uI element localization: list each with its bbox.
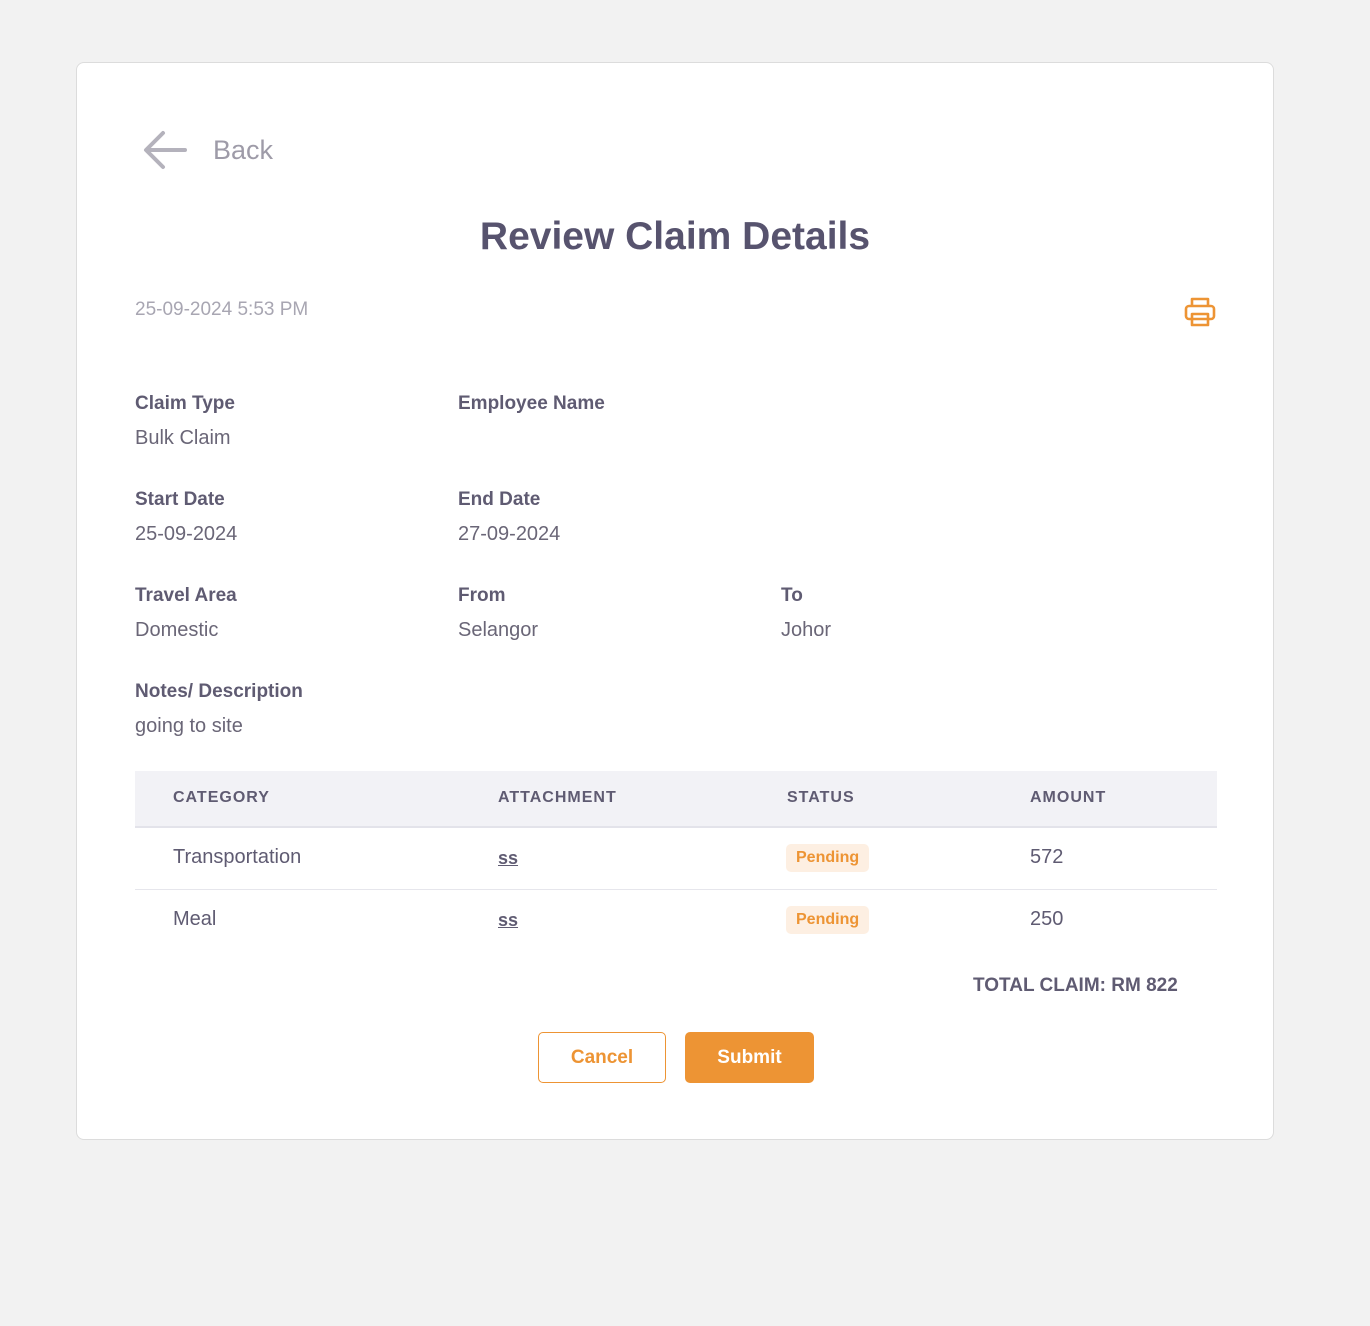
status-badge: Pending bbox=[786, 906, 870, 934]
total-claim: TOTAL CLAIM: RM 822 bbox=[973, 975, 1178, 996]
header-category: CATEGORY bbox=[173, 789, 270, 806]
travel-area-field: Travel Area Domestic bbox=[135, 585, 237, 642]
start-date-value: 25-09-2024 bbox=[135, 523, 238, 545]
review-claim-card: Back Review Claim Details 25-09-2024 5:5… bbox=[76, 62, 1274, 1140]
to-label: To bbox=[781, 585, 803, 606]
employee-name-field: Employee Name bbox=[458, 393, 605, 447]
table-row: Transportation ss Pending 572 bbox=[135, 828, 1217, 890]
notes-value: going to site bbox=[135, 715, 243, 737]
claim-type-label: Claim Type bbox=[135, 393, 235, 414]
printer-icon[interactable] bbox=[1183, 295, 1217, 334]
row-category: Transportation bbox=[173, 846, 302, 868]
from-field: From Selangor bbox=[458, 585, 538, 642]
cancel-button[interactable]: Cancel bbox=[538, 1032, 666, 1083]
travel-area-label: Travel Area bbox=[135, 585, 237, 606]
status-badge: Pending bbox=[786, 844, 870, 872]
end-date-value: 27-09-2024 bbox=[458, 523, 561, 545]
to-field: To Johor bbox=[781, 585, 831, 642]
header-attachment: ATTACHMENT bbox=[498, 789, 617, 806]
employee-name-value bbox=[458, 427, 605, 447]
to-value: Johor bbox=[781, 619, 832, 641]
attachment-link[interactable]: ss bbox=[498, 910, 518, 931]
header-amount: AMOUNT bbox=[1030, 789, 1107, 806]
travel-area-value: Domestic bbox=[135, 619, 219, 641]
claim-type-value: Bulk Claim bbox=[135, 427, 231, 449]
submit-button[interactable]: Submit bbox=[685, 1032, 814, 1083]
back-button[interactable]: Back bbox=[141, 129, 273, 171]
end-date-label: End Date bbox=[458, 489, 541, 510]
start-date-field: Start Date 25-09-2024 bbox=[135, 489, 237, 546]
table-row: Meal ss Pending 250 bbox=[135, 890, 1217, 951]
row-amount: 250 bbox=[1030, 908, 1064, 930]
row-amount: 572 bbox=[1030, 846, 1064, 868]
page-title: Review Claim Details bbox=[479, 215, 871, 258]
back-label: Back bbox=[213, 134, 274, 165]
attachment-link[interactable]: ss bbox=[498, 848, 518, 869]
claims-table: CATEGORY ATTACHMENT STATUS AMOUNT Transp… bbox=[135, 771, 1217, 951]
table-header: CATEGORY ATTACHMENT STATUS AMOUNT bbox=[135, 771, 1217, 828]
start-date-label: Start Date bbox=[135, 489, 225, 510]
row-category: Meal bbox=[173, 908, 217, 930]
employee-name-label: Employee Name bbox=[458, 393, 605, 414]
notes-label: Notes/ Description bbox=[135, 681, 303, 702]
end-date-field: End Date 27-09-2024 bbox=[458, 489, 560, 546]
claim-timestamp: 25-09-2024 5:53 PM bbox=[135, 299, 309, 320]
from-value: Selangor bbox=[458, 619, 539, 641]
header-status: STATUS bbox=[787, 789, 855, 806]
claim-type-field: Claim Type Bulk Claim bbox=[135, 393, 235, 450]
arrow-left-icon bbox=[141, 129, 187, 171]
notes-field: Notes/ Description going to site bbox=[135, 681, 303, 738]
from-label: From bbox=[458, 585, 506, 606]
